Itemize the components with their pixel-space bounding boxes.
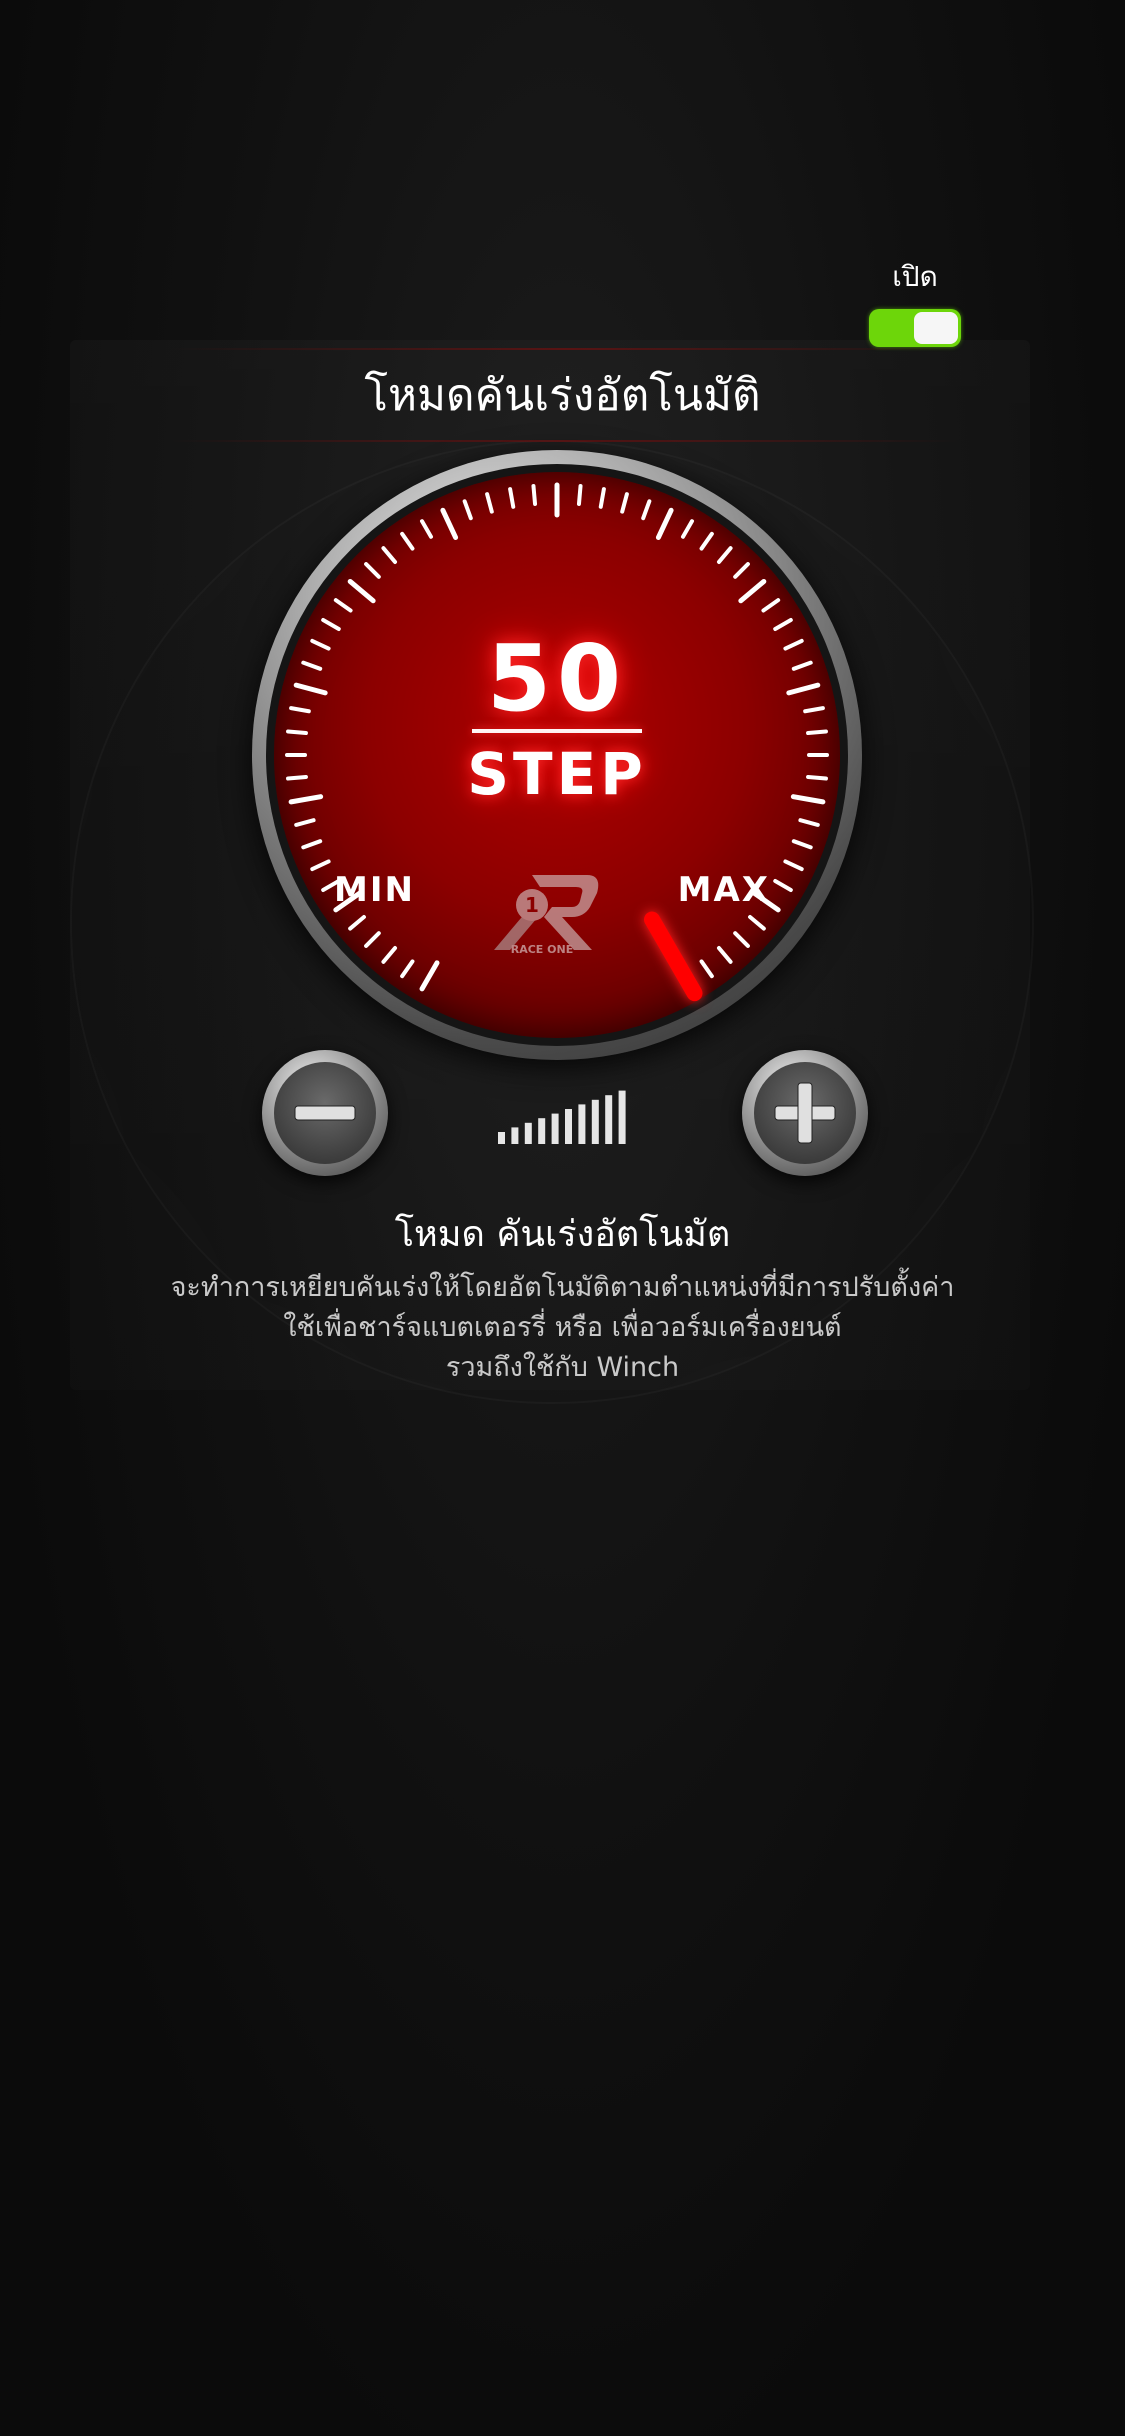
description-line-3: รวมถึงใช้กับ Winch <box>445 1352 680 1383</box>
gauge-tick <box>791 839 813 850</box>
svg-text:1: 1 <box>525 893 539 917</box>
gauge-tick <box>733 562 750 579</box>
gauge-tick <box>310 859 331 872</box>
level-bar <box>591 1099 599 1144</box>
gauge-tick <box>716 546 733 564</box>
toggle-knob <box>914 312 958 344</box>
gauge-tick <box>738 578 767 604</box>
race-one-logo: 1 RACE ONE <box>492 865 622 965</box>
gauge-tick <box>294 818 316 827</box>
gauge-tick <box>773 879 793 892</box>
screen: เปิด โหมดคันเร่งอัตโนมัติ 50 STEP MIN MA… <box>0 0 1125 2436</box>
gauge-tick <box>761 598 781 613</box>
gauge-divider <box>472 729 642 733</box>
level-bar <box>618 1090 626 1144</box>
page-title: โหมดคันเร่งอัตโนมัติ <box>364 370 761 421</box>
gauge-tick <box>716 946 733 964</box>
auto-throttle-toggle-group: เปิด <box>865 255 965 347</box>
gauge-tick <box>400 959 415 979</box>
level-bar <box>511 1127 519 1144</box>
gauge-tick <box>381 946 398 964</box>
gauge-unit: STEP <box>467 740 647 808</box>
auto-throttle-toggle[interactable] <box>869 309 961 347</box>
gauge-tick <box>748 914 766 931</box>
gauge-tick <box>620 492 629 514</box>
gauge-tick <box>347 578 376 604</box>
gauge-tick <box>531 484 538 506</box>
throttle-gauge: 50 STEP MIN MAX 1 RACE ONE <box>252 450 862 1060</box>
gauge-tick <box>598 487 606 509</box>
level-bar <box>578 1104 586 1144</box>
gauge-needle <box>644 911 703 1002</box>
level-bar <box>524 1122 532 1144</box>
toggle-label: เปิด <box>892 260 938 293</box>
gauge-tick <box>508 487 516 509</box>
gauge-tick <box>733 931 750 948</box>
gauge-tick <box>655 507 674 540</box>
level-bar <box>565 1109 572 1144</box>
gauge-tick <box>641 499 652 521</box>
minus-icon <box>294 1105 356 1121</box>
gauge-tick <box>348 914 366 931</box>
decrease-button[interactable] <box>262 1050 388 1176</box>
gauge-tick <box>381 546 398 564</box>
gauge-min-label: MIN <box>334 870 415 910</box>
logo-text: RACE ONE <box>510 943 574 956</box>
description-line-2: ใช้เพื่อชาร์จแบตเตอรรี่ หรือ เพื่อวอร์มเ… <box>283 1312 842 1343</box>
gauge-tick <box>681 519 694 539</box>
level-bar <box>498 1132 505 1144</box>
gauge-tick <box>783 859 804 872</box>
gauge-max-label: MAX <box>677 870 770 910</box>
gauge-tick <box>462 499 473 521</box>
gauge-tick <box>699 959 714 979</box>
gauge-tick <box>576 484 583 506</box>
gauge-tick <box>420 519 433 539</box>
gauge-value: 50 <box>486 625 628 732</box>
level-bar <box>551 1113 559 1144</box>
plus-icon <box>774 1082 836 1144</box>
increase-button[interactable] <box>742 1050 868 1176</box>
level-bar <box>538 1118 546 1144</box>
level-indicator-bars <box>498 1090 626 1144</box>
gauge-tick <box>440 507 459 540</box>
gauge-tick <box>699 531 714 551</box>
accent-line-top <box>170 348 960 350</box>
gauge-tick <box>798 818 820 827</box>
description-line-1: จะทำการเหยียบคันเร่งให้โดยอัตโนมัติตามตำ… <box>170 1272 955 1303</box>
description-title: โหมด คันเร่งอัตโนมัต <box>394 1214 731 1255</box>
level-bar <box>605 1095 613 1144</box>
gauge-tick <box>364 562 381 579</box>
gauge-tick <box>485 492 494 514</box>
accent-line-bottom <box>170 440 960 442</box>
gauge-tick <box>333 598 353 613</box>
gauge-tick <box>419 960 440 992</box>
gauge-tick <box>400 531 415 551</box>
gauge-tick <box>301 839 323 850</box>
gauge-tick <box>364 931 381 948</box>
